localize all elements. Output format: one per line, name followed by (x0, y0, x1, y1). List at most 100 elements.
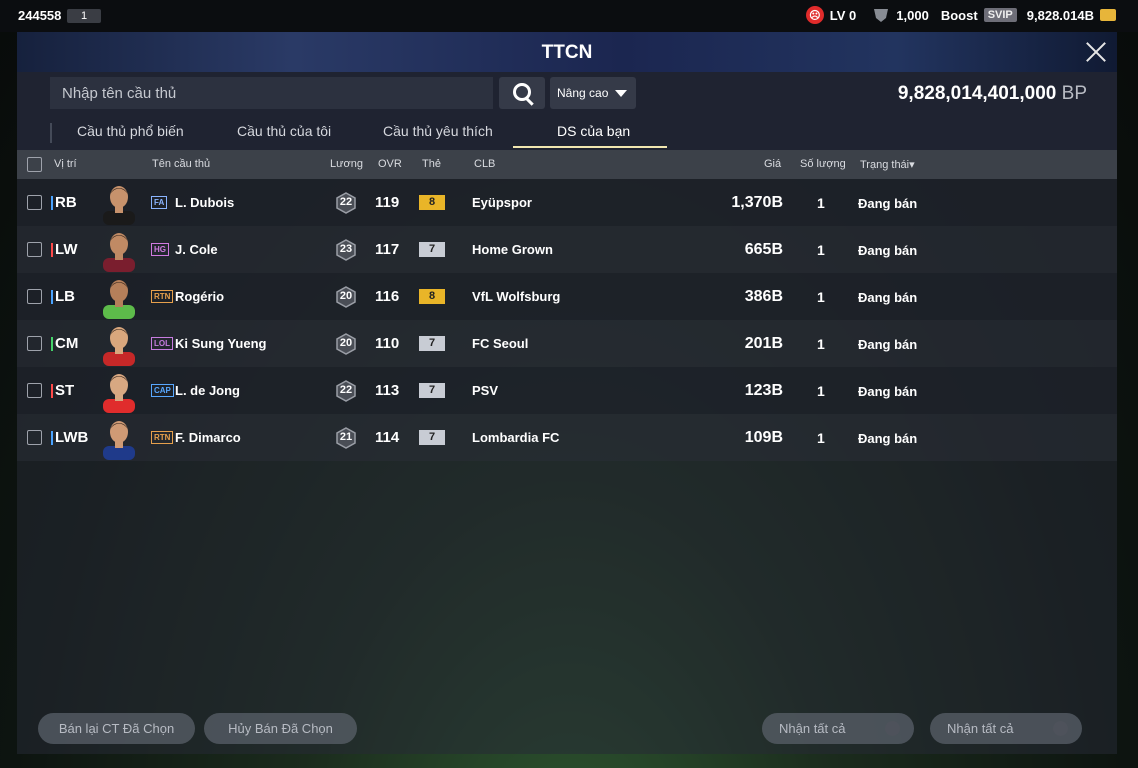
user-id: 244558 (18, 8, 62, 23)
salary-value: 21 (339, 431, 353, 443)
club-name: FC Seoul (472, 336, 529, 351)
header-price: Giá (764, 158, 782, 170)
price-value: 386B (744, 288, 783, 305)
search-row: Nâng cao 9,828,014,401,000 BP (17, 72, 1117, 116)
advanced-filter-dropdown[interactable]: Nâng cao (550, 77, 636, 109)
header-status[interactable]: Trạng thái▾ (860, 158, 915, 171)
card-level-badge: 8 (419, 289, 445, 304)
salary-value: 23 (339, 243, 353, 255)
table-row[interactable]: LW HG J. Cole 23 117 7 Home Grown 665B 1 Đang bán (17, 226, 1117, 273)
salary-value: 22 (339, 384, 353, 396)
tab-popular-players[interactable]: Cầu thủ phổ biến (77, 123, 184, 139)
boost-label: Boost (940, 7, 978, 23)
player-avatar (103, 374, 135, 413)
player-name[interactable]: J. Cole (175, 242, 218, 257)
select-all-checkbox[interactable] (27, 157, 42, 172)
status-label: Đang bán (858, 337, 918, 352)
row-checkbox[interactable] (27, 195, 42, 210)
club-name: Home Grown (472, 242, 553, 257)
table-row[interactable]: LB RTN Rogério 20 116 8 VfL Wolfsburg 386B 1 Đang… (17, 273, 1117, 320)
resource-bar: ☹ LV 0 1,000 Boost SVIP 9,828.014B (805, 6, 1116, 24)
salary-badge: 22 (335, 380, 357, 402)
panel-header: TTCN (17, 32, 1117, 72)
bp-unit: BP (1061, 83, 1087, 104)
player-name[interactable]: Rogério (175, 289, 224, 304)
top-status-bar: 244558 1 ☹ LV 0 1,000 Boost SVIP 9,828.0… (0, 0, 1138, 32)
row-checkbox[interactable] (27, 430, 42, 445)
bp-amount: 9,828,014,401,000 (897, 83, 1057, 104)
cancel-selected-button[interactable]: Hủy Bán Đã Chọn (204, 713, 357, 744)
quantity-value: 1 (817, 289, 825, 305)
price-value: 1,370B (731, 194, 783, 211)
table-row[interactable]: LWB RTN F. Dimarco 21 114 7 Lombardia FC 109B 1 Đ… (17, 414, 1117, 461)
coin-icon (1053, 721, 1068, 736)
close-button[interactable] (1083, 39, 1109, 65)
header-ovr: OVR (378, 158, 402, 170)
player-name[interactable]: L. de Jong (175, 383, 240, 398)
salary-badge: 22 (335, 192, 357, 214)
shirt-icon (885, 721, 900, 736)
ovr-value: 116 (375, 288, 400, 305)
ovr-value: 114 (375, 429, 400, 446)
row-checkbox[interactable] (27, 383, 42, 398)
page-title: TTCN (541, 42, 593, 63)
player-avatar (103, 421, 135, 460)
table-row[interactable]: CM LOL Ki Sung Yueng 20 110 7 FC Seoul 201B 1 Đan… (17, 320, 1117, 367)
chevron-down-icon (615, 90, 627, 97)
row-checkbox[interactable] (27, 289, 42, 304)
price-value: 109B (744, 429, 783, 446)
player-avatar (103, 327, 135, 366)
tab-your-list[interactable]: DS của bạn (557, 123, 630, 139)
player-position: LWB (55, 429, 89, 446)
tab-divider (50, 123, 52, 143)
ovr-value: 113 (375, 382, 400, 399)
season-badge: RTN (151, 290, 174, 303)
salary-badge: 21 (335, 427, 357, 449)
price-value: 123B (744, 382, 783, 399)
advanced-filter-label: Nâng cao (557, 86, 609, 100)
tab-bar: Cầu thủ phổ biến Cầu thủ của tôi Cầu thủ… (17, 116, 1117, 150)
salary-badge: 20 (335, 286, 357, 308)
header-quantity: Số lượng (800, 158, 846, 170)
claim-all-button-1[interactable]: Nhận tất cả (762, 713, 914, 744)
season-badge: LOL (151, 337, 173, 350)
search-button[interactable] (499, 77, 545, 109)
svip-badge: SVIP (983, 8, 1017, 22)
player-name[interactable]: Ki Sung Yueng (175, 336, 267, 351)
status-label: Đang bán (858, 196, 918, 211)
club-name: Lombardia FC (472, 430, 560, 445)
club-name: Eyüpspor (472, 195, 532, 210)
table-row[interactable]: ST CAP L. de Jong 22 113 7 PSV 123B 1 Đang bán (17, 367, 1117, 414)
table-header: Vị trí Tên cầu thủ Lương OVR Thẻ CLB Giá… (17, 150, 1117, 179)
table-row[interactable]: RB FA L. Dubois 22 119 8 Eyüpspor 1,370B 1 Đang b… (17, 179, 1117, 226)
player-avatar (103, 186, 135, 225)
player-name[interactable]: F. Dimarco (175, 430, 241, 445)
row-checkbox[interactable] (27, 336, 42, 351)
level-label: LV 0 (829, 7, 857, 23)
card-level-badge: 7 (419, 242, 445, 257)
salary-value: 20 (339, 337, 353, 349)
card-level-badge: 7 (419, 383, 445, 398)
ovr-value: 110 (375, 335, 400, 352)
player-position: CM (55, 335, 79, 352)
ovr-value: 119 (375, 194, 400, 211)
tab-favorite-players[interactable]: Cầu thủ yêu thích (383, 123, 493, 139)
active-tab-indicator (513, 146, 667, 148)
claim-all-label: Nhận tất cả (947, 721, 1014, 736)
status-label: Đang bán (858, 290, 918, 305)
club-name: PSV (472, 383, 499, 398)
player-name[interactable]: L. Dubois (175, 195, 234, 210)
row-checkbox[interactable] (27, 242, 42, 257)
level-face-icon: ☹ (805, 6, 824, 24)
search-input[interactable] (50, 77, 493, 109)
quantity-value: 1 (817, 195, 825, 211)
ovr-value: 117 (375, 241, 400, 258)
user-badge: 1 (67, 9, 101, 23)
price-value: 665B (744, 241, 783, 258)
claim-all-button-2[interactable]: Nhận tất cả (930, 713, 1082, 744)
status-label: Đang bán (858, 431, 918, 446)
tab-my-players[interactable]: Cầu thủ của tôi (237, 123, 331, 139)
shield-icon (874, 9, 889, 22)
resell-selected-button[interactable]: Bán lại CT Đã Chọn (38, 713, 195, 744)
transfer-market-panel: TTCN Nâng cao 9,828,014,401,000 BP Cầu t… (17, 32, 1117, 754)
